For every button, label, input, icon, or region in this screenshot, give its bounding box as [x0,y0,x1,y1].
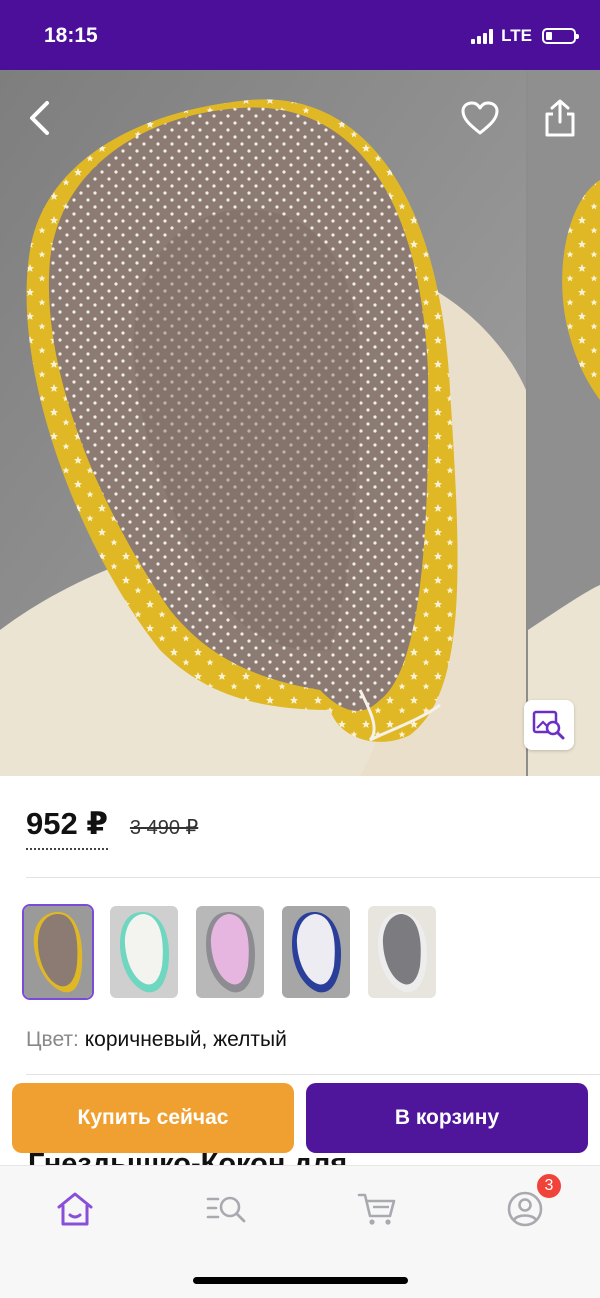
add-to-cart-button[interactable]: В корзину [306,1083,588,1153]
product-title: Гнездышко-Кокон для [28,1151,347,1165]
share-button[interactable] [536,94,584,142]
back-button[interactable] [16,94,64,142]
product-photo [0,70,526,776]
status-time: 18:15 [44,24,98,47]
profile-notification-badge: 3 [535,1172,563,1200]
home-indicator[interactable] [193,1277,408,1284]
favorite-button[interactable] [456,94,504,142]
price-row: 952 ₽ 3 490 ₽ [26,806,198,850]
status-indicators: LTE [471,26,579,46]
tab-home[interactable] [50,1184,100,1234]
color-variant-thumb[interactable] [22,904,94,1000]
visual-search-button[interactable] [524,700,574,750]
color-value: коричневый, желтый [84,1028,287,1051]
share-icon [545,99,575,137]
product-title-text: Гнездышко-Кокон для [28,1151,347,1165]
heart-icon [461,101,499,135]
color-variant-thumb[interactable] [366,904,438,1000]
next-photo-preview [528,70,600,776]
current-price[interactable]: 952 ₽ [26,806,108,850]
signal-icon [471,28,494,44]
divider [26,1074,600,1075]
tab-catalog[interactable] [202,1184,252,1234]
battery-icon [542,28,579,44]
image-search-icon [532,710,565,740]
catalog-search-icon [206,1196,246,1223]
tab-cart[interactable] [352,1184,402,1234]
network-label: LTE [501,26,532,45]
color-variant-thumb[interactable] [280,904,352,1000]
old-price: 3 490 ₽ [129,817,199,839]
product-gallery[interactable] [0,70,600,776]
color-variant-thumb[interactable] [108,904,180,1000]
home-icon [57,1192,93,1226]
color-label: Цвет: [26,1028,79,1051]
color-info: Цвет: коричневый, желтый [26,1028,287,1052]
divider [26,877,600,878]
color-variant-thumb[interactable] [194,904,266,1000]
chevron-left-icon [30,101,49,135]
buy-now-button[interactable]: Купить сейчас [12,1083,294,1153]
color-variant-list [22,904,438,1000]
status-bar: 18:15 LTE [0,0,600,70]
cart-icon [357,1193,396,1225]
